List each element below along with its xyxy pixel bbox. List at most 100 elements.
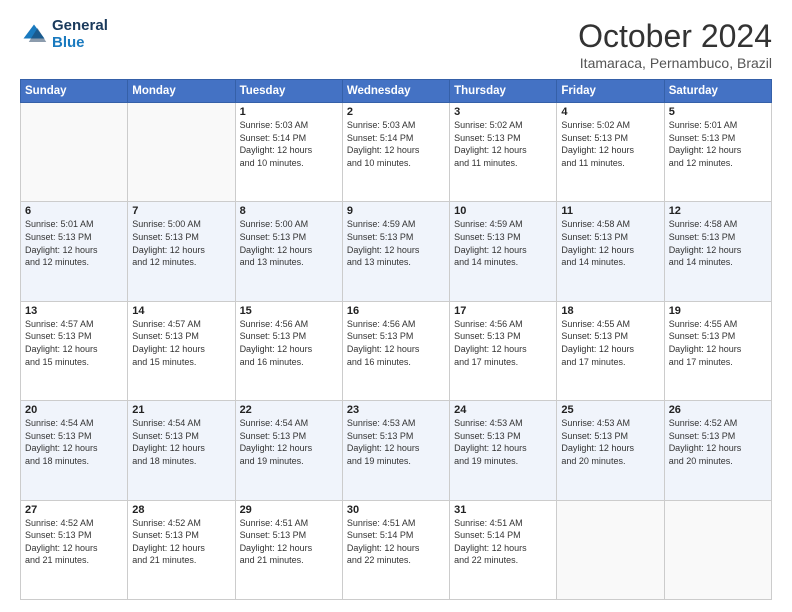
col-thursday: Thursday	[450, 80, 557, 103]
day-info: Sunrise: 4:54 AM Sunset: 5:13 PM Dayligh…	[132, 417, 230, 467]
day-info: Sunrise: 5:00 AM Sunset: 5:13 PM Dayligh…	[132, 218, 230, 268]
calendar-cell: 25Sunrise: 4:53 AM Sunset: 5:13 PM Dayli…	[557, 401, 664, 500]
calendar-cell: 30Sunrise: 4:51 AM Sunset: 5:14 PM Dayli…	[342, 500, 449, 599]
calendar-cell: 8Sunrise: 5:00 AM Sunset: 5:13 PM Daylig…	[235, 202, 342, 301]
day-info: Sunrise: 5:03 AM Sunset: 5:14 PM Dayligh…	[240, 119, 338, 169]
day-info: Sunrise: 4:55 AM Sunset: 5:13 PM Dayligh…	[669, 318, 767, 368]
calendar-cell: 10Sunrise: 4:59 AM Sunset: 5:13 PM Dayli…	[450, 202, 557, 301]
title-block: October 2024 Itamaraca, Pernambuco, Braz…	[578, 18, 772, 71]
logo-icon	[20, 21, 48, 49]
day-info: Sunrise: 4:54 AM Sunset: 5:13 PM Dayligh…	[25, 417, 123, 467]
calendar-cell: 20Sunrise: 4:54 AM Sunset: 5:13 PM Dayli…	[21, 401, 128, 500]
day-info: Sunrise: 4:56 AM Sunset: 5:13 PM Dayligh…	[454, 318, 552, 368]
day-number: 4	[561, 106, 659, 118]
calendar-cell: 16Sunrise: 4:56 AM Sunset: 5:13 PM Dayli…	[342, 301, 449, 400]
logo: General Blue	[20, 18, 108, 51]
day-info: Sunrise: 4:57 AM Sunset: 5:13 PM Dayligh…	[132, 318, 230, 368]
day-info: Sunrise: 4:52 AM Sunset: 5:13 PM Dayligh…	[25, 517, 123, 567]
day-number: 28	[132, 504, 230, 516]
day-info: Sunrise: 4:52 AM Sunset: 5:13 PM Dayligh…	[132, 517, 230, 567]
calendar-cell: 19Sunrise: 4:55 AM Sunset: 5:13 PM Dayli…	[664, 301, 771, 400]
calendar-cell	[128, 103, 235, 202]
col-saturday: Saturday	[664, 80, 771, 103]
day-number: 31	[454, 504, 552, 516]
day-number: 22	[240, 404, 338, 416]
calendar-cell: 15Sunrise: 4:56 AM Sunset: 5:13 PM Dayli…	[235, 301, 342, 400]
calendar-week-5: 27Sunrise: 4:52 AM Sunset: 5:13 PM Dayli…	[21, 500, 772, 599]
calendar-cell: 7Sunrise: 5:00 AM Sunset: 5:13 PM Daylig…	[128, 202, 235, 301]
calendar-cell: 17Sunrise: 4:56 AM Sunset: 5:13 PM Dayli…	[450, 301, 557, 400]
day-number: 9	[347, 205, 445, 217]
calendar-cell: 2Sunrise: 5:03 AM Sunset: 5:14 PM Daylig…	[342, 103, 449, 202]
day-info: Sunrise: 5:01 AM Sunset: 5:13 PM Dayligh…	[669, 119, 767, 169]
day-info: Sunrise: 4:55 AM Sunset: 5:13 PM Dayligh…	[561, 318, 659, 368]
header: General Blue October 2024 Itamaraca, Per…	[20, 18, 772, 71]
calendar-week-2: 6Sunrise: 5:01 AM Sunset: 5:13 PM Daylig…	[21, 202, 772, 301]
day-number: 30	[347, 504, 445, 516]
calendar-cell: 3Sunrise: 5:02 AM Sunset: 5:13 PM Daylig…	[450, 103, 557, 202]
day-number: 1	[240, 106, 338, 118]
day-number: 6	[25, 205, 123, 217]
calendar-cell: 24Sunrise: 4:53 AM Sunset: 5:13 PM Dayli…	[450, 401, 557, 500]
logo-text: General Blue	[52, 18, 108, 51]
day-info: Sunrise: 4:59 AM Sunset: 5:13 PM Dayligh…	[347, 218, 445, 268]
calendar-week-3: 13Sunrise: 4:57 AM Sunset: 5:13 PM Dayli…	[21, 301, 772, 400]
day-info: Sunrise: 4:56 AM Sunset: 5:13 PM Dayligh…	[347, 318, 445, 368]
day-info: Sunrise: 4:57 AM Sunset: 5:13 PM Dayligh…	[25, 318, 123, 368]
calendar-cell: 14Sunrise: 4:57 AM Sunset: 5:13 PM Dayli…	[128, 301, 235, 400]
day-info: Sunrise: 5:02 AM Sunset: 5:13 PM Dayligh…	[454, 119, 552, 169]
col-monday: Monday	[128, 80, 235, 103]
calendar-cell	[21, 103, 128, 202]
calendar-cell: 22Sunrise: 4:54 AM Sunset: 5:13 PM Dayli…	[235, 401, 342, 500]
day-number: 3	[454, 106, 552, 118]
day-number: 11	[561, 205, 659, 217]
day-number: 21	[132, 404, 230, 416]
calendar-cell	[557, 500, 664, 599]
calendar-cell: 9Sunrise: 4:59 AM Sunset: 5:13 PM Daylig…	[342, 202, 449, 301]
day-number: 7	[132, 205, 230, 217]
day-info: Sunrise: 4:53 AM Sunset: 5:13 PM Dayligh…	[454, 417, 552, 467]
day-number: 17	[454, 305, 552, 317]
day-info: Sunrise: 5:00 AM Sunset: 5:13 PM Dayligh…	[240, 218, 338, 268]
day-number: 10	[454, 205, 552, 217]
calendar-cell: 11Sunrise: 4:58 AM Sunset: 5:13 PM Dayli…	[557, 202, 664, 301]
calendar-cell: 4Sunrise: 5:02 AM Sunset: 5:13 PM Daylig…	[557, 103, 664, 202]
day-info: Sunrise: 4:53 AM Sunset: 5:13 PM Dayligh…	[561, 417, 659, 467]
col-sunday: Sunday	[21, 80, 128, 103]
col-tuesday: Tuesday	[235, 80, 342, 103]
calendar-cell: 31Sunrise: 4:51 AM Sunset: 5:14 PM Dayli…	[450, 500, 557, 599]
day-number: 20	[25, 404, 123, 416]
page: General Blue October 2024 Itamaraca, Per…	[0, 0, 792, 612]
calendar-cell: 13Sunrise: 4:57 AM Sunset: 5:13 PM Dayli…	[21, 301, 128, 400]
col-wednesday: Wednesday	[342, 80, 449, 103]
day-number: 12	[669, 205, 767, 217]
page-subtitle: Itamaraca, Pernambuco, Brazil	[578, 55, 772, 71]
day-info: Sunrise: 4:52 AM Sunset: 5:13 PM Dayligh…	[669, 417, 767, 467]
day-info: Sunrise: 5:02 AM Sunset: 5:13 PM Dayligh…	[561, 119, 659, 169]
day-info: Sunrise: 5:01 AM Sunset: 5:13 PM Dayligh…	[25, 218, 123, 268]
day-info: Sunrise: 4:58 AM Sunset: 5:13 PM Dayligh…	[561, 218, 659, 268]
day-info: Sunrise: 4:51 AM Sunset: 5:13 PM Dayligh…	[240, 517, 338, 567]
day-number: 14	[132, 305, 230, 317]
day-number: 27	[25, 504, 123, 516]
calendar-cell: 6Sunrise: 5:01 AM Sunset: 5:13 PM Daylig…	[21, 202, 128, 301]
calendar-cell: 1Sunrise: 5:03 AM Sunset: 5:14 PM Daylig…	[235, 103, 342, 202]
day-info: Sunrise: 4:59 AM Sunset: 5:13 PM Dayligh…	[454, 218, 552, 268]
day-number: 25	[561, 404, 659, 416]
calendar-cell: 23Sunrise: 4:53 AM Sunset: 5:13 PM Dayli…	[342, 401, 449, 500]
day-number: 26	[669, 404, 767, 416]
day-info: Sunrise: 4:51 AM Sunset: 5:14 PM Dayligh…	[454, 517, 552, 567]
calendar-cell	[664, 500, 771, 599]
col-friday: Friday	[557, 80, 664, 103]
day-number: 13	[25, 305, 123, 317]
calendar-cell: 28Sunrise: 4:52 AM Sunset: 5:13 PM Dayli…	[128, 500, 235, 599]
calendar-cell: 5Sunrise: 5:01 AM Sunset: 5:13 PM Daylig…	[664, 103, 771, 202]
calendar-cell: 27Sunrise: 4:52 AM Sunset: 5:13 PM Dayli…	[21, 500, 128, 599]
day-info: Sunrise: 5:03 AM Sunset: 5:14 PM Dayligh…	[347, 119, 445, 169]
day-number: 23	[347, 404, 445, 416]
calendar-cell: 29Sunrise: 4:51 AM Sunset: 5:13 PM Dayli…	[235, 500, 342, 599]
calendar-header-row: Sunday Monday Tuesday Wednesday Thursday…	[21, 80, 772, 103]
calendar-cell: 26Sunrise: 4:52 AM Sunset: 5:13 PM Dayli…	[664, 401, 771, 500]
calendar-cell: 18Sunrise: 4:55 AM Sunset: 5:13 PM Dayli…	[557, 301, 664, 400]
day-number: 29	[240, 504, 338, 516]
